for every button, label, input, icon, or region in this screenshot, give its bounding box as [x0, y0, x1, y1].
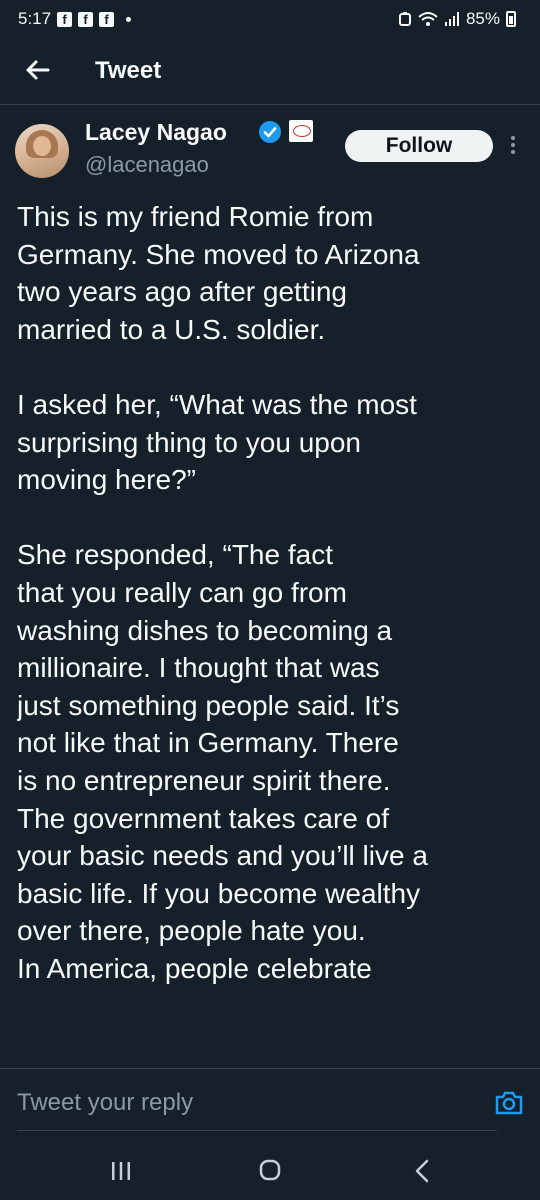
- tweet-text: This is my friend Romie from Germany. Sh…: [17, 198, 527, 1068]
- status-right: 85%: [398, 9, 516, 29]
- alarm-icon: [398, 12, 411, 26]
- home-icon[interactable]: [258, 1158, 282, 1182]
- recent-apps-icon[interactable]: [110, 1160, 132, 1182]
- signal-icon: [444, 12, 459, 26]
- facebook-icon: f: [57, 11, 73, 27]
- status-time: 5:17: [18, 9, 52, 28]
- status-bar: 5:17 f f f 85%: [0, 0, 540, 40]
- facebook-icon: f: [78, 11, 94, 27]
- author-name[interactable]: Lacey Nagao: [85, 119, 227, 146]
- tweet-paragraph: This is my friend Romie from Germany. Sh…: [17, 201, 420, 345]
- header-divider: [0, 104, 540, 105]
- more-options-icon[interactable]: [509, 133, 517, 157]
- reply-input-underline: [17, 1130, 497, 1131]
- page-title: Tweet: [95, 57, 162, 84]
- facebook-icon: f: [99, 11, 115, 27]
- verified-badge-icon: [259, 121, 281, 143]
- avatar[interactable]: [15, 124, 69, 178]
- affiliation-badge-icon[interactable]: [289, 120, 313, 142]
- tweet-paragraph: I asked her, “What was the most surprisi…: [17, 388, 417, 496]
- reply-bar: Tweet your reply: [0, 1068, 540, 1149]
- battery-icon: [506, 11, 516, 27]
- tweet-author-row: Lacey Nagao @lacenagao Follow: [0, 110, 540, 190]
- tweet-paragraph: She responded, “The fact that you really…: [17, 539, 428, 984]
- back-icon[interactable]: [412, 1158, 432, 1184]
- author-handle[interactable]: @lacenagao: [85, 152, 209, 178]
- more-notifications-icon: [126, 16, 132, 22]
- battery-percent: 85%: [465, 9, 500, 28]
- follow-button[interactable]: Follow: [345, 130, 493, 162]
- system-nav-bar: [0, 1148, 540, 1200]
- back-arrow-icon[interactable]: [22, 54, 54, 86]
- status-left: 5:17 f f f: [18, 9, 132, 29]
- app-header: Tweet: [0, 40, 540, 102]
- reply-input[interactable]: Tweet your reply: [17, 1089, 193, 1117]
- camera-icon[interactable]: [494, 1089, 524, 1117]
- wifi-icon: [418, 12, 438, 26]
